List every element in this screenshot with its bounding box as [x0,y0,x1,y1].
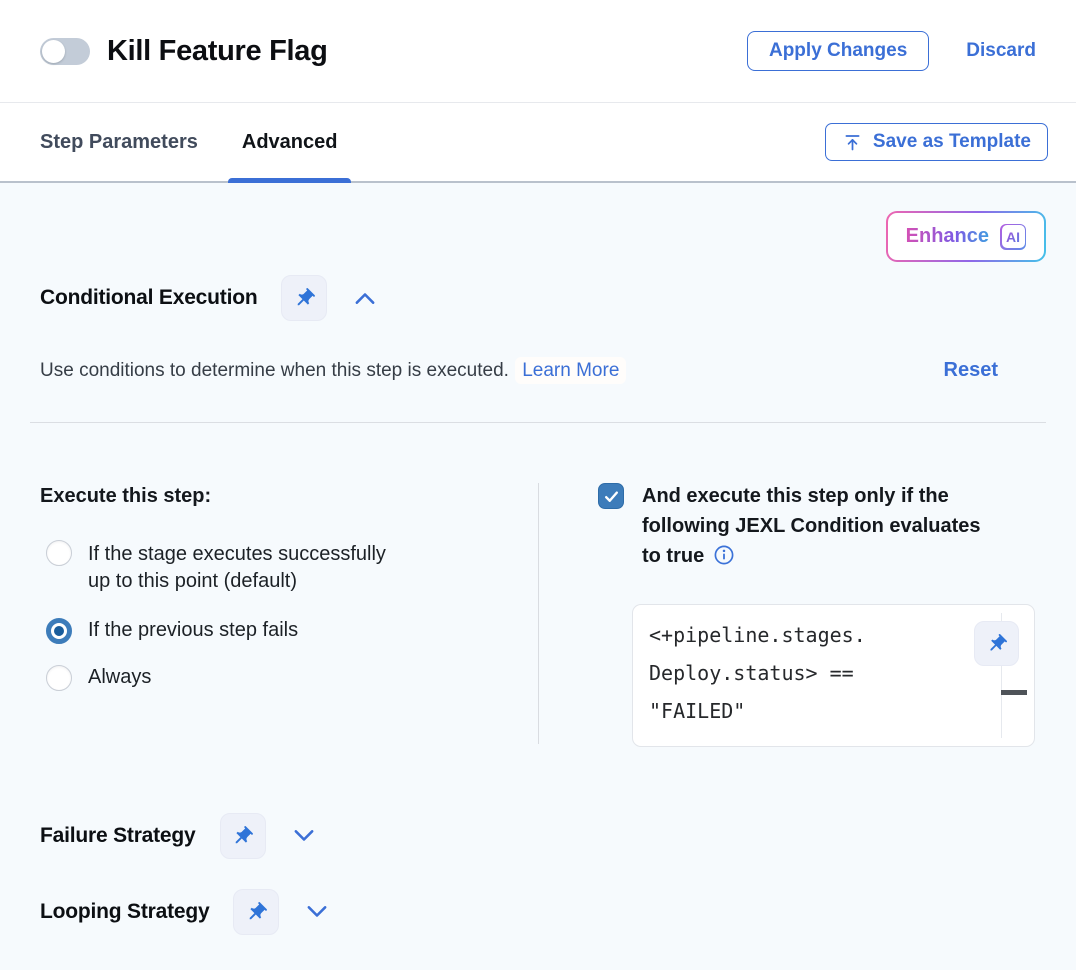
chevron-down-icon [303,901,331,923]
radio-option-previous-step-fails[interactable]: If the previous step fails [46,617,538,644]
radio-selected-icon [46,618,72,644]
jexl-condition-label: And execute this step only if the follow… [642,481,990,574]
execute-this-step-label: Execute this step: [40,485,538,508]
advanced-tab-content: Enhance AI Conditional Execution Use con… [0,211,1076,935]
chevron-up-icon [351,287,379,309]
pin-icon [245,901,268,924]
tab-step-parameters-label: Step Parameters [40,131,198,154]
save-as-template-button[interactable]: Save as Template [825,123,1048,161]
radio-unselected-icon [46,665,72,691]
header-actions: Apply Changes Discard [747,31,1036,71]
looping-strategy-title: Looping Strategy [40,900,209,924]
radio-option-label: Always [88,664,151,691]
code-line: Deploy.status> == [649,654,994,692]
ai-badge-label: AI [1006,229,1020,245]
chevron-down-icon [290,825,318,847]
step-enabled-toggle[interactable] [40,38,90,65]
failure-strategy-title: Failure Strategy [40,824,196,848]
jexl-condition-editor[interactable]: <+pipeline.stages. Deploy.status> == "FA… [632,604,1035,747]
tab-advanced[interactable]: Advanced [242,103,338,181]
pin-icon [231,825,254,848]
code-line: "FAILED" [649,692,994,730]
enhance-ai-button[interactable]: Enhance AI [886,211,1046,262]
expand-failure-strategy-button[interactable] [290,825,318,847]
tab-step-parameters[interactable]: Step Parameters [40,103,198,181]
tab-bar: Step Parameters Advanced Save as Templat… [0,103,1076,183]
enhance-label: Enhance [906,225,989,248]
collapse-section-button[interactable] [351,287,379,309]
radio-option-always[interactable]: Always [46,664,538,691]
reset-link[interactable]: Reset [944,359,998,382]
discard-button[interactable]: Discard [966,40,1036,62]
failure-strategy-header: Failure Strategy [40,813,1036,859]
conditional-description-row: Use conditions to determine when this st… [40,359,1036,382]
pin-button-conditional-execution[interactable] [281,275,327,321]
pin-icon [986,633,1008,655]
code-line: <+pipeline.stages. [649,616,994,654]
pin-button-jexl-editor[interactable] [974,621,1019,666]
radio-unselected-icon [46,540,72,566]
radio-option-label: If the stage executes successfully up to… [88,541,400,595]
radio-option-label: If the previous step fails [88,617,298,644]
info-icon[interactable] [714,544,734,574]
jexl-checkbox-row: And execute this step only if the follow… [598,481,1036,574]
enhance-row: Enhance AI [40,211,1046,262]
page-title: Kill Feature Flag [107,35,328,68]
section-divider [30,422,1046,423]
header: Kill Feature Flag Apply Changes Discard [0,0,1076,103]
tabs: Step Parameters Advanced [40,103,337,181]
jexl-condition-column: And execute this step only if the follow… [539,480,1036,747]
editor-scrollbar-thumb[interactable] [1001,690,1027,695]
pin-icon [293,287,316,310]
conditional-execution-title: Conditional Execution [40,286,257,310]
conditional-execution-body: Execute this step: If the stage executes… [40,480,1036,747]
conditional-description: Use conditions to determine when this st… [40,360,626,382]
conditional-description-text: Use conditions to determine when this st… [40,360,509,381]
apply-changes-button[interactable]: Apply Changes [747,31,929,71]
learn-more-link[interactable]: Learn More [515,357,626,384]
active-tab-underline [228,178,352,183]
enhance-button-body: Enhance AI [888,213,1044,260]
expand-looping-strategy-button[interactable] [303,901,331,923]
pin-button-failure-strategy[interactable] [220,813,266,859]
toggle-knob [42,40,65,63]
execute-step-column: Execute this step: If the stage executes… [40,480,538,747]
checkmark-icon [603,488,620,505]
pin-button-looping-strategy[interactable] [233,889,279,935]
jexl-condition-checkbox[interactable] [598,483,624,509]
upload-icon [842,132,863,153]
conditional-execution-header: Conditional Execution [40,275,1036,321]
looping-strategy-header: Looping Strategy [40,889,1036,935]
ai-badge: AI [1000,224,1026,250]
header-left: Kill Feature Flag [40,35,328,68]
tab-advanced-label: Advanced [242,131,338,154]
save-as-template-label: Save as Template [873,131,1031,153]
step-config-panel: Kill Feature Flag Apply Changes Discard … [0,0,1076,970]
radio-option-stage-success[interactable]: If the stage executes successfully up to… [46,540,538,595]
